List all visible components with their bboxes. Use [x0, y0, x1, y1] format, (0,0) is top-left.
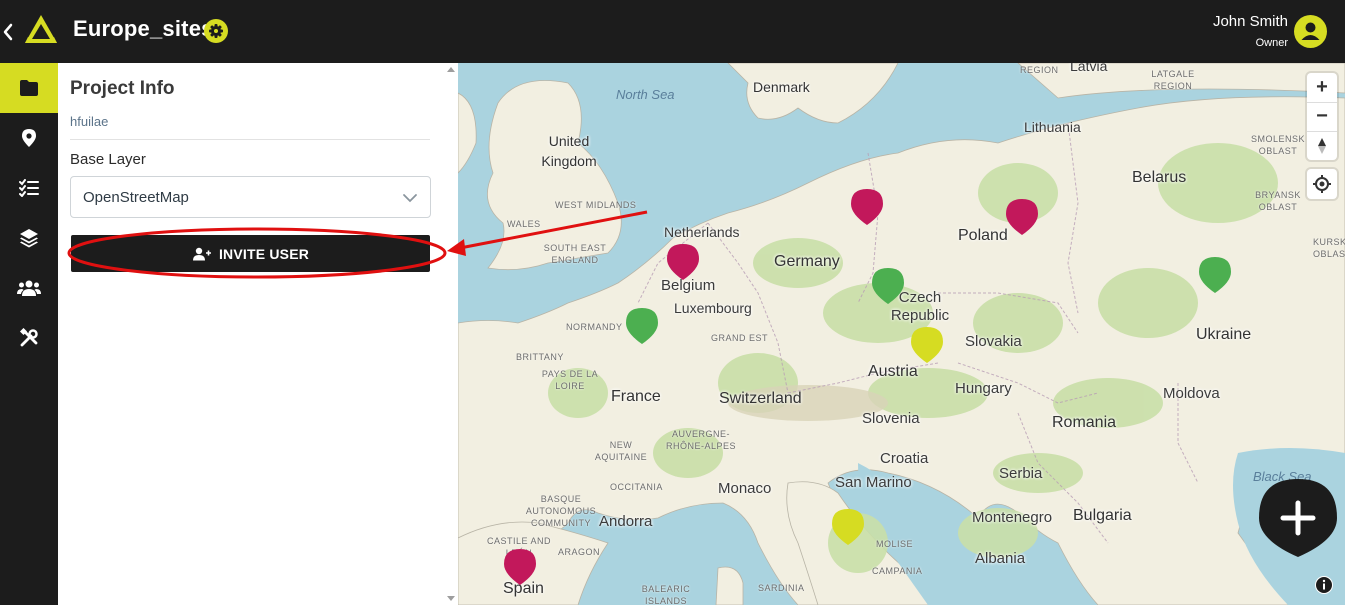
- project-title: Europe_sites: [73, 16, 214, 41]
- chevron-down-icon: [403, 194, 417, 203]
- attribution-info-button[interactable]: [1315, 576, 1333, 594]
- add-user-icon: [192, 247, 211, 260]
- project-settings-button[interactable]: [204, 19, 228, 43]
- back-button[interactable]: [0, 18, 16, 46]
- add-site-button[interactable]: [1258, 478, 1338, 558]
- nav-tasks[interactable]: [0, 163, 58, 213]
- map-view[interactable]: North Sea Black Sea Denmark United Kingd…: [458, 63, 1345, 605]
- user-role: Owner: [1255, 37, 1288, 49]
- nav-users[interactable]: [0, 263, 58, 313]
- panel-title: Project Info: [70, 78, 175, 99]
- gear-icon: [209, 24, 223, 38]
- checklist-icon: [19, 179, 39, 197]
- zoom-out-button[interactable]: −: [1307, 102, 1337, 131]
- site-marker[interactable]: [872, 268, 904, 304]
- user-icon: [1301, 22, 1320, 40]
- nav-sites[interactable]: [0, 113, 58, 163]
- site-marker[interactable]: [851, 189, 883, 225]
- scroll-down-arrow[interactable]: [447, 596, 455, 601]
- folder-icon: [20, 80, 38, 96]
- left-nav: [0, 63, 58, 605]
- compass-icon: [1318, 137, 1326, 154]
- site-marker[interactable]: [911, 327, 943, 363]
- nav-layers[interactable]: [0, 213, 58, 263]
- user-name: John Smith: [1212, 13, 1288, 30]
- locate-me-button[interactable]: [1307, 169, 1337, 199]
- zoom-in-button[interactable]: +: [1307, 73, 1337, 102]
- base-layer-select[interactable]: OpenStreetMap: [70, 176, 431, 218]
- site-marker[interactable]: [667, 244, 699, 280]
- plus-icon: [1259, 479, 1337, 557]
- site-marker[interactable]: [832, 509, 864, 545]
- base-layer-label: Base Layer: [70, 151, 146, 168]
- tools-icon: [19, 328, 38, 347]
- app-logo[interactable]: [22, 12, 60, 48]
- base-layer-value: OpenStreetMap: [83, 189, 189, 206]
- nav-tools[interactable]: [0, 313, 58, 363]
- crosshair-icon: [1313, 175, 1331, 193]
- nav-project-info[interactable]: [0, 63, 58, 113]
- project-description: hfuilae: [70, 114, 109, 129]
- markers-layer: [504, 189, 1231, 585]
- invite-user-button[interactable]: INVITE USER: [71, 235, 430, 272]
- map-pin-icon: [22, 129, 36, 147]
- zoom-control: + −: [1307, 73, 1337, 160]
- project-info-panel: Project Info hfuilae Base Layer OpenStre…: [58, 63, 458, 605]
- panel-scrollbar[interactable]: [443, 63, 458, 605]
- site-marker[interactable]: [626, 308, 658, 344]
- info-icon: [1316, 577, 1332, 593]
- avatar[interactable]: [1294, 15, 1327, 48]
- compass-button[interactable]: [1307, 131, 1337, 160]
- site-marker[interactable]: [1199, 257, 1231, 293]
- divider: [70, 139, 430, 140]
- invite-user-label: INVITE USER: [218, 245, 310, 262]
- layers-icon: [20, 229, 38, 248]
- top-bar: Europe_sites John Smith Owner: [0, 0, 1345, 63]
- users-icon: [17, 280, 41, 296]
- site-marker[interactable]: [504, 549, 536, 585]
- site-marker[interactable]: [1006, 199, 1038, 235]
- scroll-up-arrow[interactable]: [447, 67, 455, 72]
